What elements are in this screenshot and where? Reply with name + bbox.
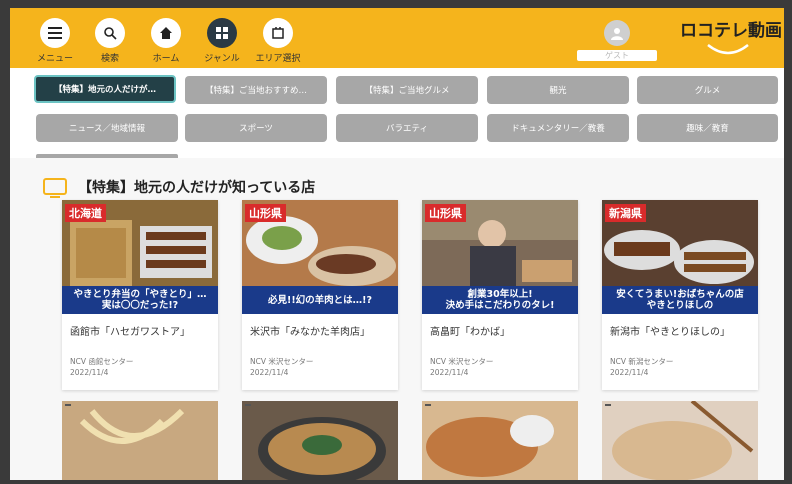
frame-icon bbox=[263, 18, 293, 48]
top-header: メニュー 検索 ホーム ジャンル エリア選択 ゲスト ロコテレ動画 bbox=[10, 8, 784, 68]
video-thumbnail[interactable] bbox=[422, 401, 578, 480]
thumbnail-strip bbox=[65, 404, 71, 406]
hamburger-icon bbox=[40, 18, 70, 48]
search-label: 検索 bbox=[100, 54, 119, 64]
region-badge: 北海道 bbox=[65, 204, 106, 222]
card-date: 2022/11/4 bbox=[610, 368, 649, 377]
genre-variety[interactable]: バラエティ bbox=[336, 114, 478, 142]
video-thumbnail[interactable] bbox=[602, 401, 758, 480]
genre-sports[interactable]: スポーツ bbox=[185, 114, 327, 142]
card-meta: NCV 米沢センター 2022/11/4 bbox=[242, 338, 398, 378]
video-card[interactable] bbox=[242, 401, 398, 480]
video-card[interactable]: 北海道 やきとり弁当の「やきとり」… 実は〇〇だった!? 函館市「ハセガワストア… bbox=[62, 200, 218, 390]
card-date: 2022/11/4 bbox=[430, 368, 469, 377]
guest-account[interactable]: ゲスト bbox=[574, 20, 660, 61]
region-badge: 山形県 bbox=[245, 204, 286, 222]
video-thumbnail[interactable]: 新潟県 安くてうまい!おばちゃんの店 やきとりほしの bbox=[602, 200, 758, 314]
thumbnail-caption: やきとり弁当の「やきとり」… 実は〇〇だった!? bbox=[62, 286, 218, 314]
genre-news[interactable]: ニュース／地域情報 bbox=[36, 114, 178, 142]
card-source: NCV 函館センター bbox=[70, 357, 134, 366]
video-thumbnail[interactable] bbox=[62, 401, 218, 480]
genre-hobby[interactable]: 趣味／教育 bbox=[637, 114, 778, 142]
card-title: 函館市「ハセガワストア」 bbox=[70, 327, 190, 338]
area-select-button[interactable]: エリア選択 bbox=[250, 18, 306, 64]
video-thumbnail[interactable] bbox=[242, 401, 398, 480]
search-icon bbox=[95, 18, 125, 48]
video-card[interactable]: 山形県 創業30年以上! 決め手はこだわりのタレ! 高畠町「わかば」 NCV 米… bbox=[422, 200, 578, 390]
main-content: 【特集】地元の人だけが知っている店 北海道 やきとり弁当の「やきとり」… 実は〇… bbox=[10, 158, 784, 480]
thumbnail-strip bbox=[425, 404, 431, 406]
logo-text: ロコテレ動画 bbox=[680, 21, 782, 41]
area-select-label: エリア選択 bbox=[255, 54, 301, 64]
ramen-bowl-photo bbox=[242, 401, 398, 480]
video-card[interactable] bbox=[422, 401, 578, 480]
thumbnail-strip bbox=[605, 404, 611, 406]
card-source: NCV 米沢センター bbox=[430, 357, 494, 366]
video-card[interactable] bbox=[602, 401, 758, 480]
genre-label: ジャンル bbox=[204, 54, 240, 64]
menu-button[interactable]: メニュー bbox=[27, 18, 83, 64]
grid-icon bbox=[207, 18, 237, 48]
app-window: メニュー 検索 ホーム ジャンル エリア選択 ゲスト ロコテレ動画 【特集】地元… bbox=[10, 8, 784, 480]
home-label: ホーム bbox=[152, 54, 180, 64]
video-thumbnail[interactable]: 山形県 創業30年以上! 決め手はこだわりのタレ! bbox=[422, 200, 578, 314]
card-meta: NCV 函館センター 2022/11/4 bbox=[62, 338, 218, 378]
logo-smile-icon bbox=[707, 44, 749, 55]
guest-name: ゲスト bbox=[577, 50, 657, 61]
video-thumbnail[interactable]: 山形県 必見!!幻の羊肉とは…!? bbox=[242, 200, 398, 314]
genre-feature-local-recommend[interactable]: 【特集】ご当地おすすめ… bbox=[185, 76, 327, 104]
search-button[interactable]: 検索 bbox=[82, 18, 138, 64]
thumbnail-caption: 創業30年以上! 決め手はこだわりのタレ! bbox=[422, 286, 578, 314]
video-thumbnail[interactable]: 北海道 やきとり弁当の「やきとり」… 実は〇〇だった!? bbox=[62, 200, 218, 314]
genre-selector: 【特集】地元の人だけが… 【特集】ご当地おすすめ… 【特集】ご当地グルメ 観光 … bbox=[10, 68, 784, 158]
card-source: NCV 新潟センター bbox=[610, 357, 674, 366]
video-card[interactable]: 新潟県 安くてうまい!おばちゃんの店 やきとりほしの 新潟市「やきとりほしの」 … bbox=[602, 200, 758, 390]
card-date: 2022/11/4 bbox=[250, 368, 289, 377]
section-title: 【特集】地元の人だけが知っている店 bbox=[78, 180, 316, 196]
region-badge: 新潟県 bbox=[605, 204, 646, 222]
genre-feature-local-gourmet[interactable]: 【特集】ご当地グルメ bbox=[336, 76, 478, 104]
genre-documentary[interactable]: ドキュメンタリー／教養 bbox=[487, 114, 629, 142]
menu-label: メニュー bbox=[36, 54, 73, 64]
home-icon bbox=[151, 18, 181, 48]
home-button[interactable]: ホーム bbox=[138, 18, 194, 64]
genre-button[interactable]: ジャンル bbox=[194, 18, 250, 64]
card-meta: NCV 米沢センター 2022/11/4 bbox=[422, 338, 578, 378]
thumbnail-strip bbox=[245, 404, 251, 406]
card-title: 新潟市「やきとりほしの」 bbox=[610, 327, 730, 338]
video-card[interactable] bbox=[62, 401, 218, 480]
thumbnail-caption: 安くてうまい!おばちゃんの店 やきとりほしの bbox=[602, 286, 758, 314]
noodle-soup-photo bbox=[422, 401, 578, 480]
card-title: 高畠町「わかば」 bbox=[430, 327, 510, 338]
ramen-chopsticks-photo bbox=[602, 401, 758, 480]
video-card[interactable]: 山形県 必見!!幻の羊肉とは…!? 米沢市「みなかた羊肉店」 NCV 米沢センタ… bbox=[242, 200, 398, 390]
loco-tele-logo[interactable]: ロコテレ動画 bbox=[680, 16, 782, 62]
card-meta: NCV 新潟センター 2022/11/4 bbox=[602, 338, 758, 378]
thumbnail-caption: 必見!!幻の羊肉とは…!? bbox=[242, 286, 398, 314]
genre-gourmet[interactable]: グルメ bbox=[637, 76, 778, 104]
genre-sightseeing[interactable]: 観光 bbox=[487, 76, 629, 104]
card-source: NCV 米沢センター bbox=[250, 357, 314, 366]
region-badge: 山形県 bbox=[425, 204, 466, 222]
user-icon bbox=[604, 20, 630, 46]
card-title: 米沢市「みなかた羊肉店」 bbox=[250, 327, 370, 338]
card-date: 2022/11/4 bbox=[70, 368, 109, 377]
genre-feature-locals[interactable]: 【特集】地元の人だけが… bbox=[34, 75, 176, 103]
ramen-noodles-photo bbox=[62, 401, 218, 480]
tv-icon bbox=[43, 178, 67, 198]
